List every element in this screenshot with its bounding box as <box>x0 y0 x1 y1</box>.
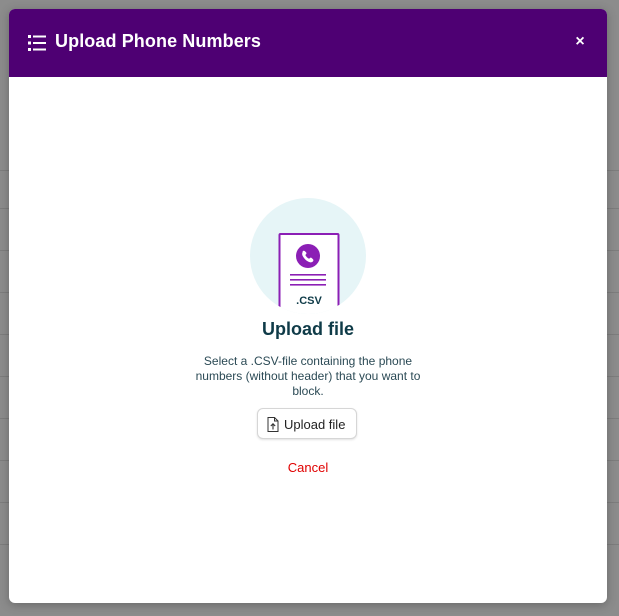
modal-header: Upload Phone Numbers × <box>9 9 607 77</box>
close-icon[interactable]: × <box>571 33 589 51</box>
modal-title: Upload Phone Numbers <box>55 31 262 51</box>
upload-file-button[interactable]: Upload file <box>257 408 357 439</box>
upload-heading: Upload file <box>261 319 354 339</box>
upload-file-button-label: Upload file <box>284 417 346 432</box>
list-icon <box>28 35 46 51</box>
csv-extension-label: .CSV <box>296 295 322 307</box>
file-upload-icon <box>267 417 279 432</box>
cancel-link[interactable]: Cancel <box>9 460 607 475</box>
csv-file-illustration: .CSV <box>250 198 366 314</box>
phone-icon <box>296 244 320 268</box>
upload-phone-numbers-modal: Upload Phone Numbers × .CSV Upload file … <box>9 9 607 603</box>
upload-description: Select a .CSV-file containing the phone … <box>195 354 421 398</box>
